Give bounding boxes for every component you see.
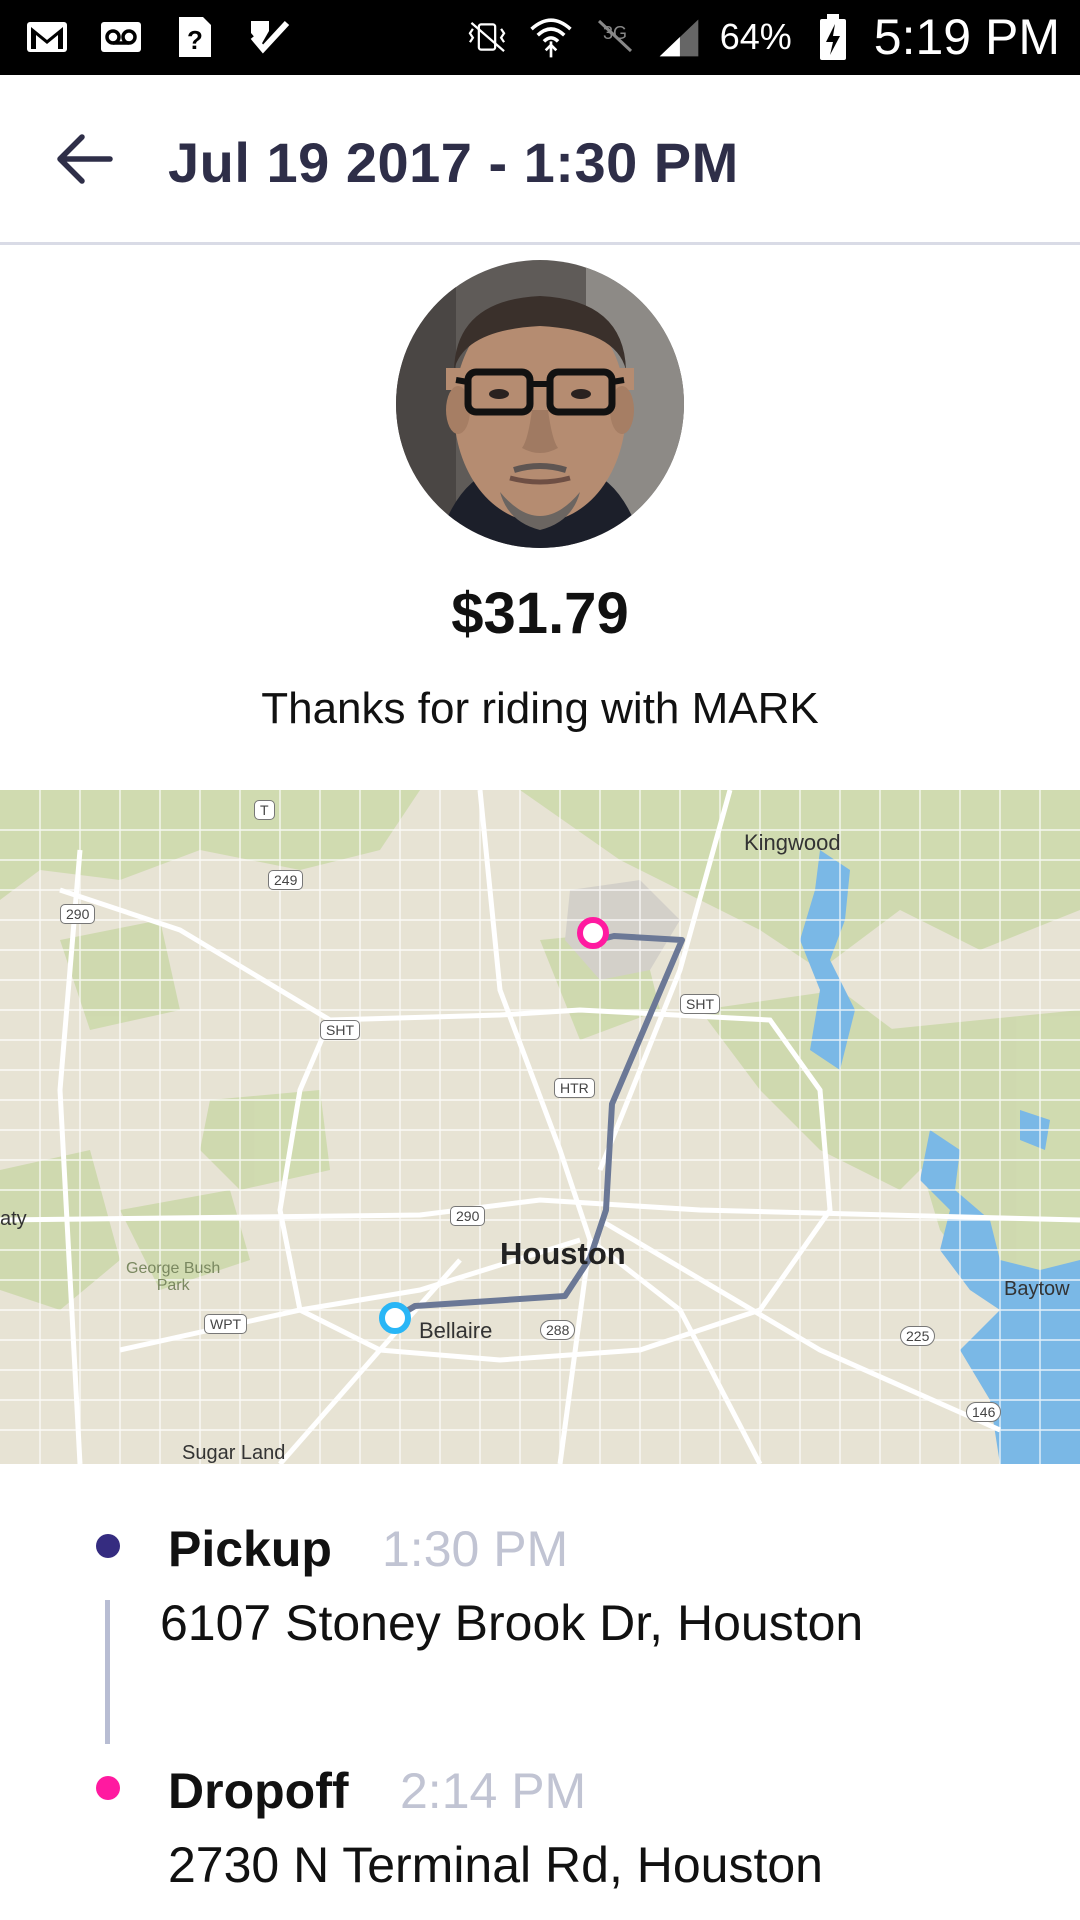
status-time: 5:19 PM (873, 9, 1060, 65)
map-label-kingwood: Kingwood (744, 830, 841, 855)
wifi-icon (528, 14, 574, 60)
dropoff-marker (577, 917, 609, 949)
back-button[interactable] (48, 123, 120, 195)
thanks-message: Thanks for riding with MARK (261, 684, 819, 733)
driver-avatar (396, 260, 684, 548)
gmail-icon (24, 14, 70, 60)
page-title: Jul 19 2017 - 1:30 PM (168, 131, 739, 194)
app-bar: Jul 19 2017 - 1:30 PM (0, 75, 1080, 245)
map-label-baytown: Baytow (1004, 1278, 1070, 1300)
system-icons: 3G 64% 5:19 PM (464, 8, 1060, 66)
shield-249: 249 (268, 870, 304, 890)
shield-wpt: WPT (204, 1314, 248, 1334)
shield-146: 146 (966, 1402, 1002, 1422)
map-label-katy: aty (0, 1208, 27, 1230)
task-check-icon (246, 14, 292, 60)
shield-290-central: 290 (450, 1206, 486, 1226)
map-label-houston: Houston (500, 1236, 626, 1271)
battery-percent: 64% (719, 16, 792, 57)
pickup-address: 6107 Stoney Brook Dr, Houston (160, 1595, 864, 1651)
battery-charging-icon (810, 14, 856, 60)
shield-290-west: 290 (60, 904, 96, 924)
map-label-sugar-land: Sugar Land (182, 1442, 286, 1464)
map-label-george-bush-park: George Bush Park (126, 1260, 221, 1294)
map-label-bellaire: Bellaire (419, 1318, 493, 1343)
timeline-connector (105, 1600, 110, 1744)
shield-htr: HTR (554, 1078, 595, 1098)
no-data-icon: 3G (592, 14, 638, 60)
svg-text:3G: 3G (603, 23, 627, 43)
unknown-app-icon: ? (172, 14, 218, 60)
shield-sht-west: SHT (320, 1020, 360, 1040)
pickup-label: Pickup (168, 1521, 332, 1577)
dropoff-address: 2730 N Terminal Rd, Houston (168, 1837, 823, 1893)
dropoff-dot (96, 1776, 120, 1800)
voicemail-icon (98, 14, 144, 60)
pickup-marker (379, 1302, 411, 1334)
signal-icon (656, 14, 702, 60)
notification-icons: ? (24, 14, 292, 60)
status-bar: ? 3G 64% 5:19 PM (0, 0, 1080, 75)
route-map[interactable]: Kingwood Houston Bellaire George Bush Pa… (0, 790, 1080, 1464)
shield-288: 288 (540, 1320, 576, 1340)
trip-timeline: Pickup 1:30 PM 6107 Stoney Brook Dr, Hou… (0, 1464, 1080, 1920)
pickup-time: 1:30 PM (382, 1521, 569, 1577)
dropoff-time: 2:14 PM (400, 1763, 587, 1819)
dropoff-label: Dropoff (168, 1763, 349, 1819)
shield-t: T (254, 800, 275, 820)
shield-sht-east: SHT (680, 994, 720, 1014)
svg-text:?: ? (187, 25, 203, 55)
shield-225: 225 (900, 1326, 936, 1346)
fare-amount: $31.79 (451, 581, 629, 646)
pickup-dot (96, 1534, 120, 1558)
arrow-left-icon (57, 134, 113, 184)
map-canvas (0, 790, 1080, 1464)
vibrate-icon (464, 14, 510, 60)
